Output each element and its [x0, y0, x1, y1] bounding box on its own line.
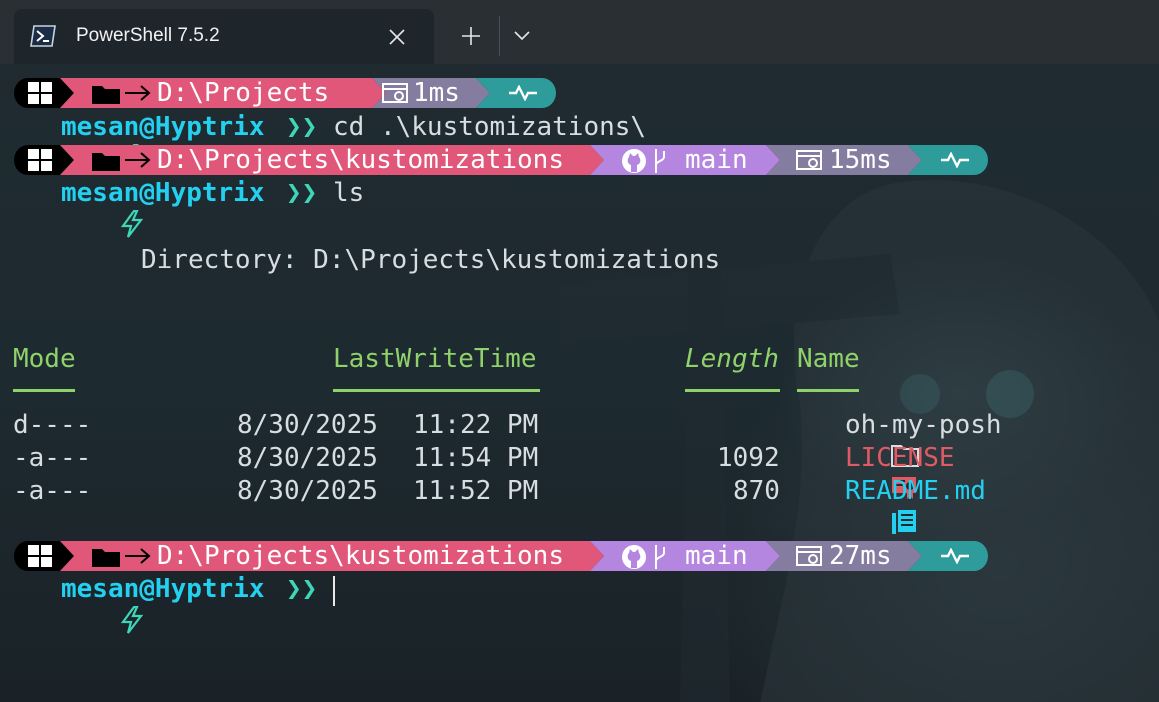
row-mode: d----	[13, 410, 92, 440]
prompt-bar: D:\Projects\kustomizations main 27ms	[0, 541, 1000, 574]
folder-icon	[92, 84, 120, 114]
new-tab-plus-icon[interactable]	[453, 20, 489, 52]
row-time: 11:22 PM	[413, 410, 539, 440]
status-pulse-icon	[508, 84, 538, 115]
row-mode: -a---	[13, 476, 92, 506]
header-name: Name	[797, 344, 860, 374]
execution-time: 27ms	[829, 541, 892, 571]
execution-time: 15ms	[829, 145, 892, 175]
prompt-path: D:\Projects	[157, 78, 330, 108]
github-icon	[620, 148, 648, 178]
execution-time-icon	[382, 83, 408, 113]
header-underline	[13, 389, 75, 392]
prompt-user: mesan@Hyptrix	[61, 178, 265, 208]
arrow-right-icon	[124, 547, 152, 577]
prompt-arrows: ❯❯	[286, 574, 318, 604]
prompt-path: D:\Projects\kustomizations	[157, 541, 564, 571]
windows-icon	[28, 149, 52, 179]
terminal-pane[interactable]: D:\Projects 1ms mesan@Hyptrix ❯❯ cd .\ku…	[0, 64, 1159, 702]
row-date: 8/30/2025	[237, 443, 378, 473]
row-length: 1092	[717, 443, 780, 473]
command-text: cd .\kustomizations\	[333, 112, 647, 142]
folder-icon	[92, 151, 120, 181]
chevron-down-icon[interactable]	[506, 20, 538, 52]
row-mode: -a---	[13, 443, 92, 473]
tab-title: PowerShell 7.5.2	[76, 25, 220, 46]
prompt-user: mesan@Hyptrix	[61, 112, 265, 142]
status-pulse-icon	[940, 547, 970, 578]
close-tab-icon[interactable]	[382, 22, 412, 52]
windows-icon	[28, 545, 52, 575]
row-name: oh-my-posh	[845, 410, 1002, 440]
git-branch-icon	[652, 148, 668, 178]
prompt-bar: D:\Projects 1ms	[0, 78, 560, 111]
prompt-arrows: ❯❯	[286, 178, 318, 208]
git-branch: main	[685, 541, 748, 571]
directory-label: Directory: D:\Projects\kustomizations	[141, 245, 721, 275]
execution-time-icon	[796, 150, 822, 180]
powershell-icon	[30, 25, 56, 47]
folder-icon	[92, 547, 120, 577]
command-line: mesan@Hyptrix ❯❯ cd .\kustomizations\	[0, 112, 700, 172]
header-underline	[685, 389, 780, 392]
github-icon	[620, 544, 648, 574]
header-mode: Mode	[13, 344, 76, 374]
row-time: 11:54 PM	[413, 443, 539, 473]
prompt-path: D:\Projects\kustomizations	[157, 145, 564, 175]
prompt-arrows: ❯❯	[286, 112, 318, 142]
row-date: 8/30/2025	[237, 410, 378, 440]
git-branch: main	[685, 145, 748, 175]
tab-separator	[499, 16, 500, 56]
header-lastwritetime: LastWriteTime	[333, 344, 537, 374]
title-bar: PowerShell 7.5.2	[0, 0, 1159, 64]
command-line[interactable]: mesan@Hyptrix ❯❯	[0, 574, 700, 634]
row-time: 11:52 PM	[413, 476, 539, 506]
arrow-right-icon	[124, 84, 152, 114]
table-row: -a--- 8/30/2025 11:54 PM 1092 LICENSE	[0, 443, 1100, 499]
row-name: LICENSE	[845, 443, 955, 473]
git-branch-icon	[652, 544, 668, 574]
header-underline	[333, 389, 540, 392]
table-row: -a--- 8/30/2025 11:52 PM 870 README.md	[0, 476, 1100, 534]
text-cursor[interactable]	[333, 576, 335, 606]
execution-time: 1ms	[413, 78, 460, 108]
header-length: Length	[685, 344, 779, 374]
prompt-user: mesan@Hyptrix	[61, 574, 265, 604]
command-line: mesan@Hyptrix ❯❯ ls	[0, 178, 700, 238]
status-pulse-icon	[940, 151, 970, 182]
header-underline	[797, 389, 859, 392]
table-row: d---- 8/30/2025 11:22 PM oh-my-posh	[0, 410, 1100, 467]
row-date: 8/30/2025	[237, 476, 378, 506]
row-length: 870	[733, 476, 780, 506]
prompt-bar: D:\Projects\kustomizations main 15ms	[0, 145, 1000, 178]
windows-icon	[28, 82, 52, 112]
row-name: README.md	[845, 476, 986, 506]
command-text: ls	[333, 178, 365, 208]
arrow-right-icon	[124, 151, 152, 181]
execution-time-icon	[796, 546, 822, 576]
tab-powershell[interactable]: PowerShell 7.5.2	[14, 9, 434, 64]
